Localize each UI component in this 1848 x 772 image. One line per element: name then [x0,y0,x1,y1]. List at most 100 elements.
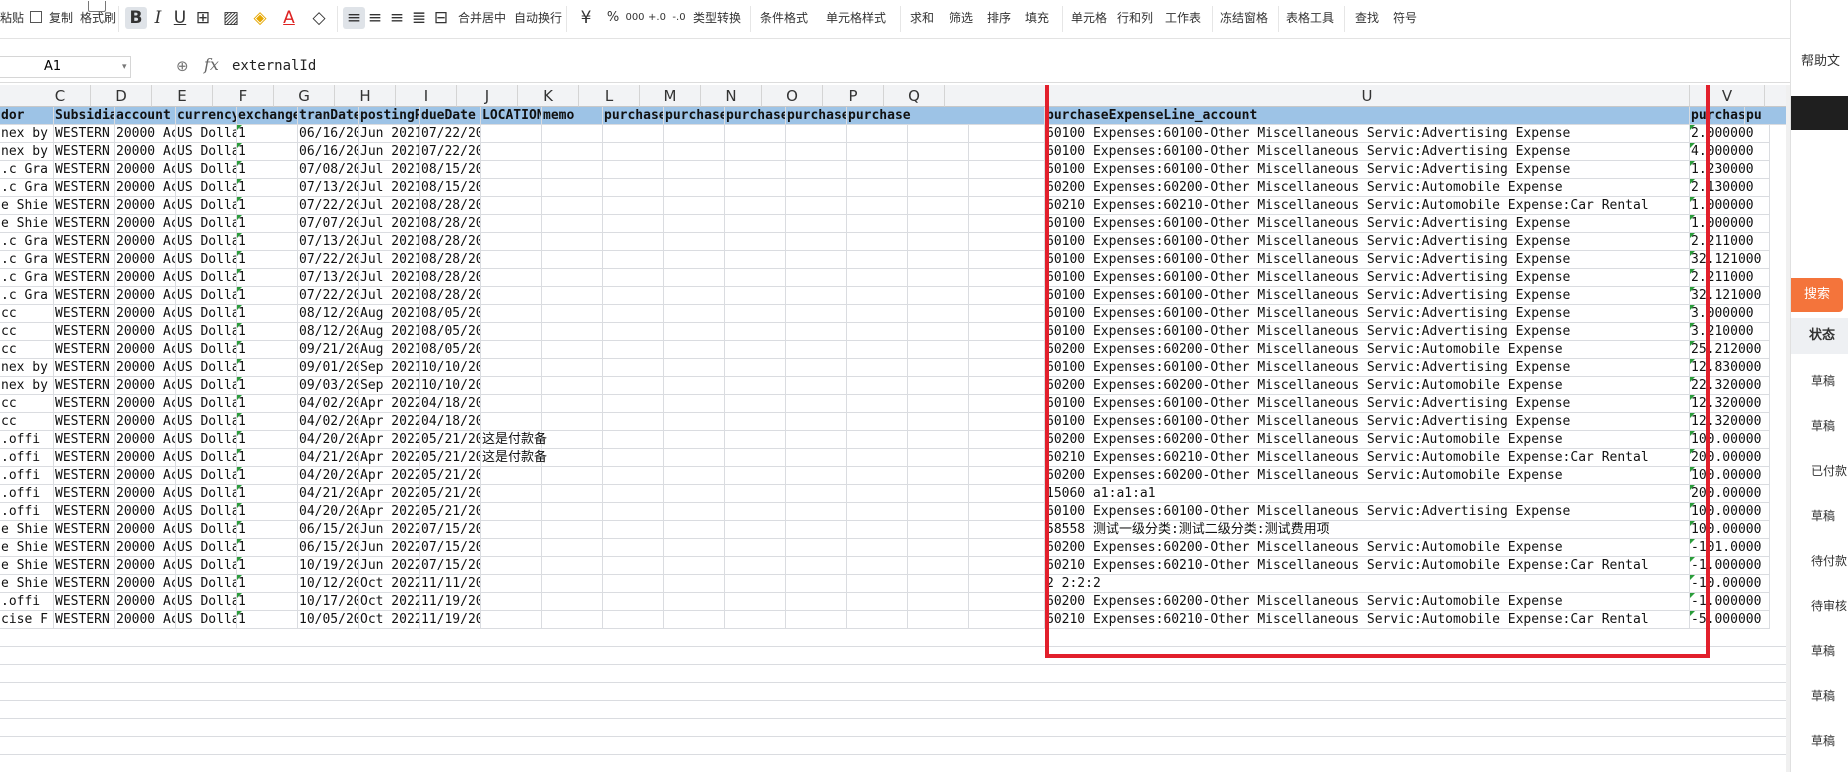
header-cell[interactable]: purchase [786,107,847,125]
empty-cell[interactable] [847,395,908,413]
header-cell[interactable]: purchase [664,107,725,125]
empty-cell[interactable] [786,611,847,629]
table-cell[interactable]: 20000 Acc [115,377,176,395]
table-cell[interactable] [481,485,542,503]
column-letter[interactable]: D [91,85,152,107]
empty-cell[interactable] [664,395,725,413]
expense-account-cell[interactable]: 60210 Expenses:60210-Other Miscellaneous… [1045,557,1690,575]
empty-cell[interactable] [908,593,969,611]
empty-cell[interactable] [664,359,725,377]
table-cell[interactable]: e Shie [0,557,54,575]
expense-account-cell[interactable]: 60100 Expenses:60100-Other Miscellaneous… [1045,125,1690,143]
empty-cell[interactable] [664,179,725,197]
table-cell[interactable]: 32.121000 [1690,287,1770,305]
header-cell[interactable]: account [115,107,176,125]
empty-cell[interactable] [847,485,908,503]
table-cell[interactable] [542,575,603,593]
table-cell[interactable]: US Dollar [176,233,237,251]
table-cell[interactable]: 08/15/202 [420,161,481,179]
table-cell[interactable]: US Dollar [176,593,237,611]
table-cell[interactable] [542,251,603,269]
expense-account-cell[interactable]: 60200 Expenses:60200-Other Miscellaneous… [1045,431,1690,449]
expense-account-cell[interactable]: 60100 Expenses:60100-Other Miscellaneous… [1045,215,1690,233]
table-cell[interactable]: US Dollar [176,539,237,557]
table-cell[interactable]: e Shie [0,575,54,593]
table-cell[interactable]: 20000 Acc [115,179,176,197]
table-cell[interactable]: 1 [237,449,298,467]
expense-account-cell[interactable]: 60100 Expenses:60100-Other Miscellaneous… [1045,269,1690,287]
table-cell[interactable]: 1.000000 [1690,215,1770,233]
empty-cell[interactable] [908,143,969,161]
table-cell[interactable] [542,413,603,431]
table-cell[interactable]: 06/16/202 [298,143,359,161]
header-cell[interactable]: Subsidia [54,107,115,125]
expense-account-cell[interactable]: 58558 测试一级分类:测试二级分类:测试费用项 [1045,521,1690,539]
empty-cell[interactable] [847,287,908,305]
header-cell[interactable]: tranDate [298,107,359,125]
table-cell[interactable]: 1 [237,575,298,593]
empty-cell[interactable] [969,143,1045,161]
table-cell[interactable]: 04/20/202 [298,431,359,449]
table-cell[interactable]: -1.000000 [1690,557,1770,575]
table-cell[interactable]: .offi [0,449,54,467]
empty-cell[interactable] [603,485,664,503]
empty-row[interactable] [0,665,1790,683]
empty-cell[interactable] [908,251,969,269]
table-cell[interactable]: Oct 2022 [359,611,420,629]
table-cell[interactable]: US Dollar [176,611,237,629]
table-cell[interactable]: 3.210000 [1690,323,1770,341]
table-cell[interactable]: 20000 Acc [115,161,176,179]
column-letter[interactable]: N [701,85,762,107]
empty-cell[interactable] [603,359,664,377]
table-cell[interactable]: Jun 2021 [359,125,420,143]
zoom-search-icon[interactable]: ⊕ [176,57,189,75]
column-letter[interactable]: L [579,85,640,107]
table-cell[interactable]: WESTERN F [54,251,115,269]
auto-wrap-button[interactable]: 自动换行 [514,1,562,35]
table-cell[interactable]: e Shie [0,539,54,557]
table-cell[interactable]: .c Gra [0,161,54,179]
table-cell[interactable] [481,161,542,179]
empty-cell[interactable] [969,287,1045,305]
table-cell[interactable] [542,467,603,485]
empty-cell[interactable] [908,197,969,215]
table-cell[interactable]: Jul 2021 [359,197,420,215]
empty-cell[interactable] [603,395,664,413]
empty-cell[interactable] [664,611,725,629]
table-cell[interactable]: .offi [0,467,54,485]
empty-cell[interactable] [908,503,969,521]
empty-cell[interactable] [664,539,725,557]
empty-cell[interactable] [908,539,969,557]
empty-cell[interactable] [664,467,725,485]
table-cell[interactable]: WESTERN F [54,269,115,287]
empty-cell[interactable] [908,125,969,143]
header-cell[interactable]: LOCATION [481,107,542,125]
table-cell[interactable]: 100.00000 [1690,431,1770,449]
table-cell[interactable]: 05/21/202 [420,449,481,467]
table-cell[interactable]: Jul 2021 [359,233,420,251]
column-letter[interactable]: C [30,85,91,107]
empty-cell[interactable] [603,161,664,179]
table-cell[interactable]: 04/18/202 [420,413,481,431]
empty-cell[interactable] [847,557,908,575]
expense-account-cell[interactable]: 60100 Expenses:60100-Other Miscellaneous… [1045,305,1690,323]
table-cell[interactable]: Jun 2022 [359,539,420,557]
empty-cell[interactable] [603,539,664,557]
empty-cell[interactable] [603,413,664,431]
expense-account-cell[interactable]: 60100 Expenses:60100-Other Miscellaneous… [1045,413,1690,431]
empty-cell[interactable] [664,269,725,287]
table-cell[interactable]: 2.000000 [1690,125,1770,143]
expense-account-cell[interactable]: 60100 Expenses:60100-Other Miscellaneous… [1045,233,1690,251]
table-cell[interactable]: WESTERN F [54,377,115,395]
table-cell[interactable]: 1 [237,323,298,341]
empty-cell[interactable] [786,125,847,143]
table-cell[interactable]: 08/28/202 [420,197,481,215]
table-cell[interactable] [481,611,542,629]
table-cell[interactable]: 10/19/202 [298,557,359,575]
header-cell[interactable]: purchaseExpenseLine_account [1045,107,1690,125]
table-cell[interactable]: Jul 2021 [359,251,420,269]
table-cell[interactable]: 1 [237,269,298,287]
table-cell[interactable]: Apr 2022 [359,485,420,503]
empty-cell[interactable] [603,251,664,269]
table-cell[interactable]: 20000 Acc [115,449,176,467]
